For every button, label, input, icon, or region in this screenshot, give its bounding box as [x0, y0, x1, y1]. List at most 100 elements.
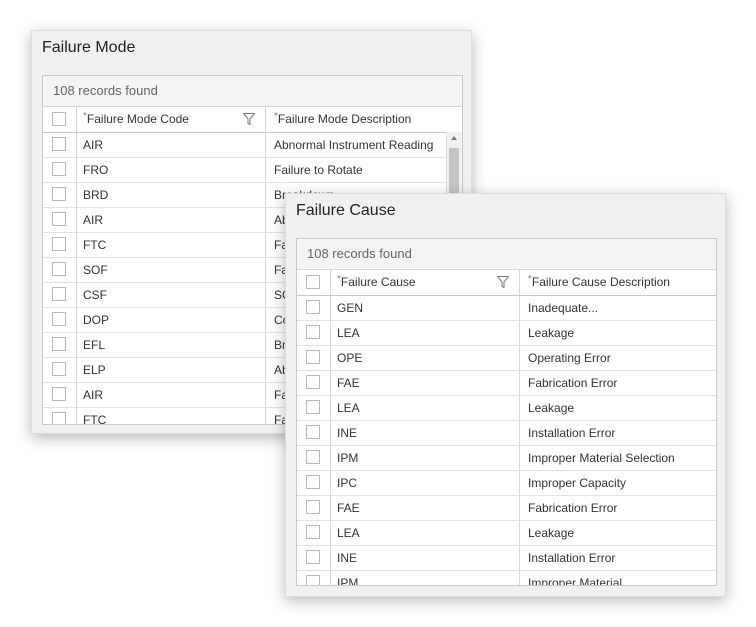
description-cell: Improper Capacity — [528, 476, 627, 490]
code-cell: FTC — [77, 233, 266, 257]
row-checkbox[interactable] — [306, 425, 320, 439]
filter-icon[interactable] — [243, 113, 255, 125]
table-row[interactable]: IPM Improper Material Selection — [297, 446, 716, 471]
description-cell: Leakage — [528, 326, 575, 340]
description-cell: Installation Error — [528, 426, 616, 440]
table-row[interactable]: LEA Leakage — [297, 396, 716, 421]
failure-mode-description-header-label: Failure Mode Description — [277, 112, 412, 126]
table-row[interactable]: LEA Leakage — [297, 321, 716, 346]
row-checkbox-cell — [43, 183, 77, 207]
row-checkbox[interactable] — [52, 312, 66, 326]
code-cell: IPC — [331, 471, 520, 495]
row-checkbox[interactable] — [52, 162, 66, 176]
required-marker: * — [274, 111, 278, 122]
select-all-checkbox[interactable] — [306, 275, 320, 289]
row-checkbox[interactable] — [306, 575, 320, 585]
table-row[interactable]: IPM Improper Material — [297, 571, 716, 585]
code-cell: LEA — [331, 321, 520, 345]
table-row[interactable]: FAE Fabrication Error — [297, 496, 716, 521]
row-checkbox[interactable] — [52, 262, 66, 276]
failure-mode-description-header[interactable]: *Failure Mode Description — [266, 107, 462, 132]
code-cell: FRO — [77, 158, 266, 182]
description-cell: Fabrication Error — [528, 376, 618, 390]
code-cell: INE — [331, 421, 520, 445]
description-cell: Operating Error — [528, 351, 611, 365]
failure-mode-code-header[interactable]: *Failure Mode Code — [77, 107, 266, 132]
row-checkbox[interactable] — [52, 387, 66, 401]
failure-cause-header[interactable]: *Failure Cause — [331, 270, 520, 295]
row-checkbox[interactable] — [52, 337, 66, 351]
row-checkbox-cell — [43, 308, 77, 332]
code-cell: FAE — [331, 371, 520, 395]
code-cell: GEN — [331, 296, 520, 320]
description-cell: Inadequate... — [528, 301, 599, 315]
failure-cause-records-count: 108 records found — [297, 239, 716, 270]
row-checkbox-cell — [297, 346, 331, 370]
code-cell: AIR — [77, 133, 266, 157]
description-cell: Improper Material Selection — [528, 451, 675, 465]
scroll-up-icon[interactable] — [451, 136, 457, 140]
row-checkbox[interactable] — [306, 400, 320, 414]
code-cell: IPM — [331, 446, 520, 470]
row-checkbox-cell — [43, 208, 77, 232]
code-cell: IPM — [331, 571, 520, 585]
table-row[interactable]: FRO Failure to Rotate — [43, 158, 462, 183]
row-checkbox[interactable] — [52, 412, 66, 424]
description-cell: Fabrication Error — [528, 501, 618, 515]
failure-cause-description-header[interactable]: *Failure Cause Description — [520, 270, 716, 295]
header-checkbox-cell — [297, 270, 331, 295]
row-checkbox-cell — [43, 233, 77, 257]
code-cell: LEA — [331, 396, 520, 420]
row-checkbox[interactable] — [306, 450, 320, 464]
row-checkbox[interactable] — [52, 237, 66, 251]
code-cell: OPE — [331, 346, 520, 370]
select-all-checkbox[interactable] — [52, 112, 66, 126]
code-cell: FAE — [331, 496, 520, 520]
required-marker: * — [337, 274, 341, 285]
row-checkbox-cell — [297, 446, 331, 470]
row-checkbox-cell — [297, 421, 331, 445]
failure-mode-records-count: 108 records found — [43, 76, 462, 107]
table-row[interactable]: INE Installation Error — [297, 546, 716, 571]
failure-cause-header-label: Failure Cause — [340, 275, 416, 289]
row-checkbox[interactable] — [306, 525, 320, 539]
table-row[interactable]: AIR Abnormal Instrument Reading — [43, 133, 462, 158]
failure-cause-table-body: GEN Inadequate... LEA Leakage OPE Operating E… — [297, 296, 716, 585]
row-checkbox[interactable] — [306, 300, 320, 314]
row-checkbox-cell — [43, 408, 77, 424]
row-checkbox[interactable] — [52, 212, 66, 226]
row-checkbox[interactable] — [306, 350, 320, 364]
required-marker: * — [83, 111, 87, 122]
row-checkbox[interactable] — [306, 500, 320, 514]
failure-cause-description-header-label: Failure Cause Description — [531, 275, 670, 289]
row-checkbox-cell — [297, 571, 331, 585]
row-checkbox-cell — [297, 396, 331, 420]
filter-icon[interactable] — [497, 276, 509, 288]
code-cell: DOP — [77, 308, 266, 332]
row-checkbox-cell — [43, 283, 77, 307]
row-checkbox[interactable] — [306, 475, 320, 489]
row-checkbox[interactable] — [306, 325, 320, 339]
code-cell: EFL — [77, 333, 266, 357]
table-row[interactable]: OPE Operating Error — [297, 346, 716, 371]
table-row[interactable]: INE Installation Error — [297, 421, 716, 446]
table-row[interactable]: LEA Leakage — [297, 521, 716, 546]
table-row[interactable]: IPC Improper Capacity — [297, 471, 716, 496]
row-checkbox-cell — [43, 133, 77, 157]
row-checkbox[interactable] — [52, 362, 66, 376]
code-cell: FTC — [77, 408, 266, 424]
failure-cause-panel: Failure Cause 108 records found *Failure… — [285, 193, 726, 597]
table-row[interactable]: FAE Fabrication Error — [297, 371, 716, 396]
row-checkbox-cell — [297, 471, 331, 495]
row-checkbox[interactable] — [52, 287, 66, 301]
failure-mode-header-row: *Failure Mode Code *Failure Mode Descrip… — [43, 107, 462, 133]
failure-cause-grid: 108 records found *Failure Cause *Failur… — [296, 238, 717, 586]
row-checkbox[interactable] — [52, 187, 66, 201]
table-row[interactable]: GEN Inadequate... — [297, 296, 716, 321]
row-checkbox-cell — [297, 521, 331, 545]
row-checkbox[interactable] — [306, 550, 320, 564]
row-checkbox[interactable] — [52, 137, 66, 151]
code-cell: BRD — [77, 183, 266, 207]
row-checkbox-cell — [43, 383, 77, 407]
row-checkbox[interactable] — [306, 375, 320, 389]
